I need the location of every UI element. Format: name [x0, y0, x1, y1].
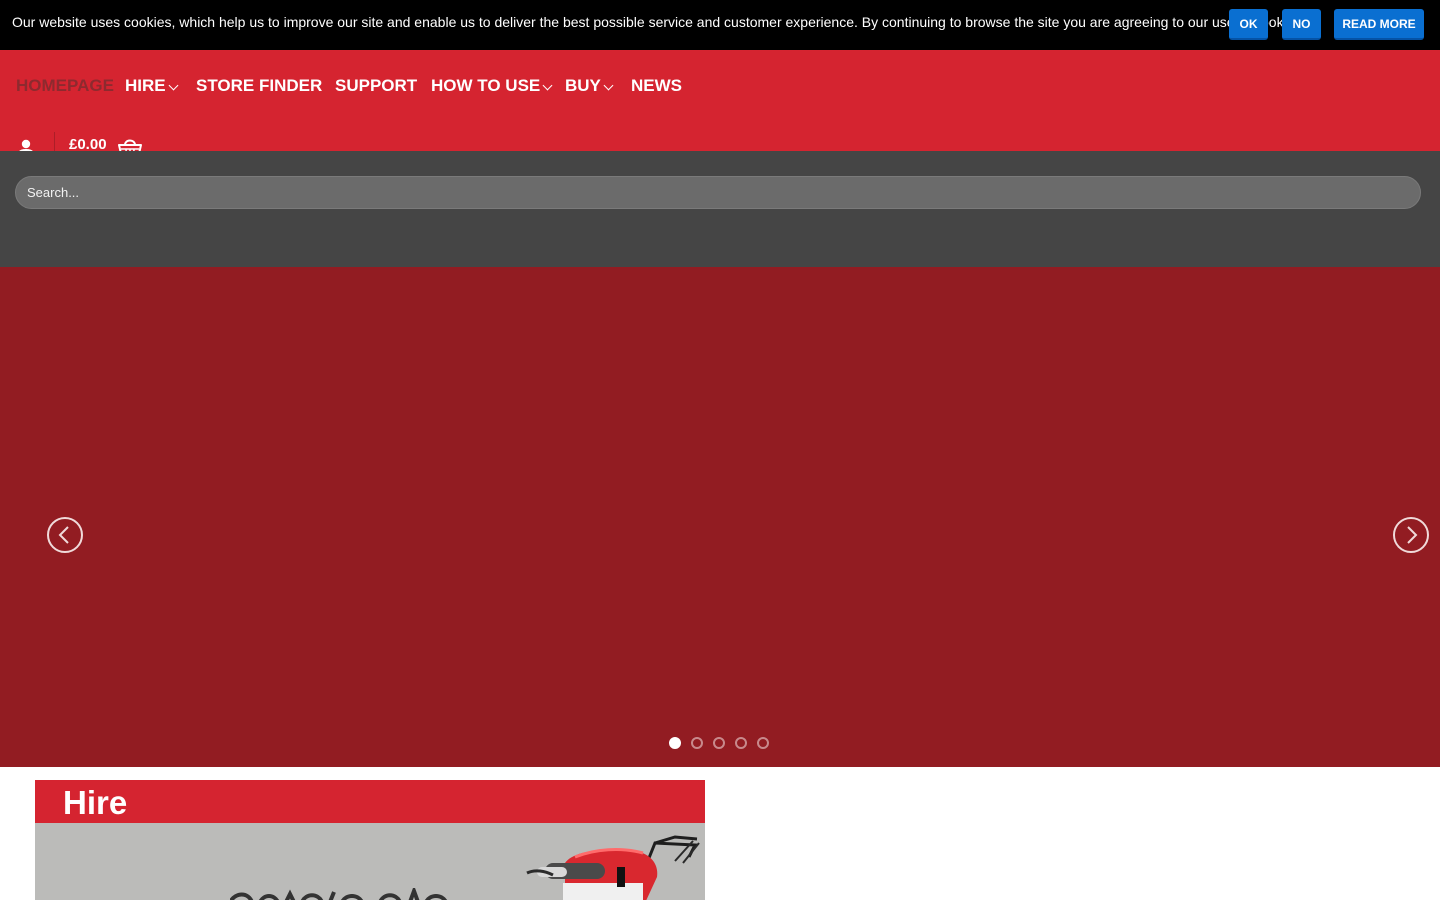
carpet-cleaner-image — [526, 835, 700, 900]
slider-dot[interactable] — [735, 737, 747, 749]
nav-item-label: HOMEPAGE — [16, 76, 114, 95]
hero-slider — [0, 267, 1440, 767]
nav-item-buy[interactable]: BUY — [565, 76, 614, 95]
chevron-right-icon[interactable] — [1393, 517, 1429, 553]
site-header: HOMEPAGE HIRE STORE FINDER SUPPORT HOW T… — [0, 50, 1440, 162]
slider-dot[interactable] — [713, 737, 725, 749]
chevron-down-icon — [168, 80, 179, 91]
partial-text-graphic — [230, 888, 448, 900]
nav-item-support[interactable]: SUPPORT — [335, 77, 417, 95]
chevron-left-icon[interactable] — [47, 517, 83, 553]
hire-card-image — [35, 823, 705, 900]
chevron-down-icon — [542, 80, 553, 91]
nav-item-label: BUY — [565, 76, 601, 95]
slider-dot[interactable] — [757, 737, 769, 749]
cookie-ok-button[interactable]: OK — [1229, 9, 1268, 40]
nav-item-store-finder[interactable]: STORE FINDER — [196, 77, 322, 95]
nav-item-label: SUPPORT — [335, 76, 418, 95]
nav-item-label: HIRE — [125, 76, 166, 95]
nav-item-hire[interactable]: HIRE — [125, 76, 179, 95]
hire-card[interactable]: Hire — [35, 780, 705, 900]
chevron-down-icon — [603, 80, 614, 91]
nav-item-how-to-use[interactable]: HOW TO USE — [431, 76, 553, 95]
cookie-message: Our website uses cookies, which help us … — [12, 14, 1306, 30]
nav-item-homepage[interactable]: HOMEPAGE — [16, 77, 114, 95]
search-input[interactable] — [15, 176, 1421, 209]
cookie-read-more-button[interactable]: READ MORE — [1334, 9, 1424, 40]
hire-card-title: Hire — [63, 784, 128, 821]
search-band — [0, 151, 1440, 267]
slider-dot[interactable] — [669, 737, 681, 749]
nav-item-label: NEWS — [631, 76, 682, 95]
nav-item-label: HOW TO USE — [431, 76, 541, 95]
cookie-bar: Our website uses cookies, which help us … — [0, 0, 1440, 50]
nav-item-news[interactable]: NEWS — [631, 77, 682, 95]
cookie-no-button[interactable]: NO — [1282, 9, 1321, 40]
slider-dot[interactable] — [691, 737, 703, 749]
nav-item-label: STORE FINDER — [196, 76, 323, 95]
hire-card-header: Hire — [35, 780, 705, 823]
